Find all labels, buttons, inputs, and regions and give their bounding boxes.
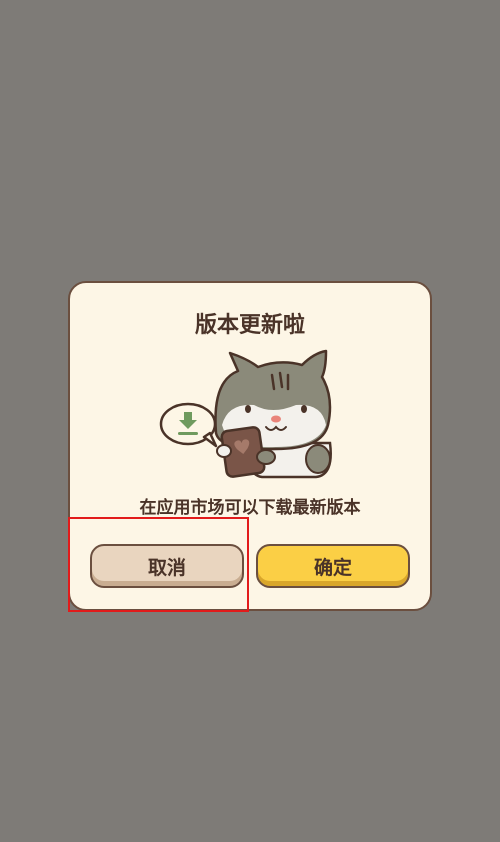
cancel-button-label: 取消 — [147, 556, 186, 579]
update-dialog: 版本更新啦 在应用市场可以下载最新版本 取消 确定 — [68, 281, 432, 611]
cat-with-tablet-download-icon — [159, 349, 332, 479]
update-message: 在应用市场可以下载最新版本 — [139, 498, 361, 518]
dialog-title: 版本更新啦 — [194, 313, 305, 338]
download-bubble-icon — [159, 402, 218, 448]
confirm-button-label: 确定 — [313, 556, 352, 579]
cancel-button[interactable]: 取消 — [90, 544, 244, 588]
confirm-button[interactable]: 确定 — [256, 544, 410, 588]
